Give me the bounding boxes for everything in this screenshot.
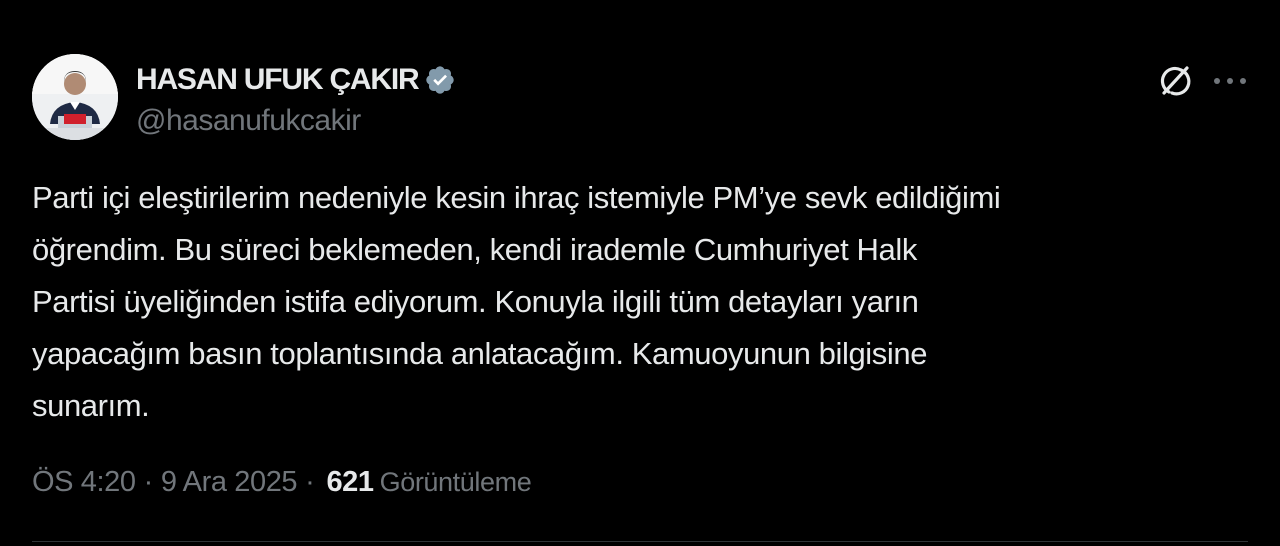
author-handle[interactable]: @hasanufukcakir (136, 104, 456, 138)
author-info: HASAN UFUK ÇAKIR @hasanufukcakir (136, 60, 456, 138)
avatar-image (32, 54, 118, 140)
tweet-header: HASAN UFUK ÇAKIR @hasanufukcakir (32, 54, 1250, 144)
header-actions (1156, 62, 1250, 100)
meta-separator: · (143, 466, 154, 498)
meta-separator: · (305, 466, 315, 498)
grok-icon[interactable] (1156, 62, 1194, 100)
tweet-card: HASAN UFUK ÇAKIR @hasanufukcakir Parti i… (0, 0, 1280, 546)
tweet-meta: ÖS 4:20 · 9 Ara 2025 · 621 Görüntüleme (32, 466, 532, 499)
views-count[interactable]: 621 (326, 466, 374, 499)
verified-badge-icon[interactable] (424, 64, 456, 96)
tweet-text: Parti içi eleştirilerim nedeniyle kesin … (32, 180, 1001, 423)
name-row: HASAN UFUK ÇAKIR (136, 60, 456, 100)
more-icon[interactable] (1210, 62, 1250, 100)
divider (32, 541, 1248, 542)
views-label[interactable]: Görüntüleme (380, 467, 532, 498)
display-name[interactable]: HASAN UFUK ÇAKIR (136, 63, 420, 97)
post-time[interactable]: ÖS 4:20 (32, 466, 136, 499)
post-date[interactable]: 9 Ara 2025 (161, 466, 298, 499)
avatar[interactable] (32, 54, 118, 140)
